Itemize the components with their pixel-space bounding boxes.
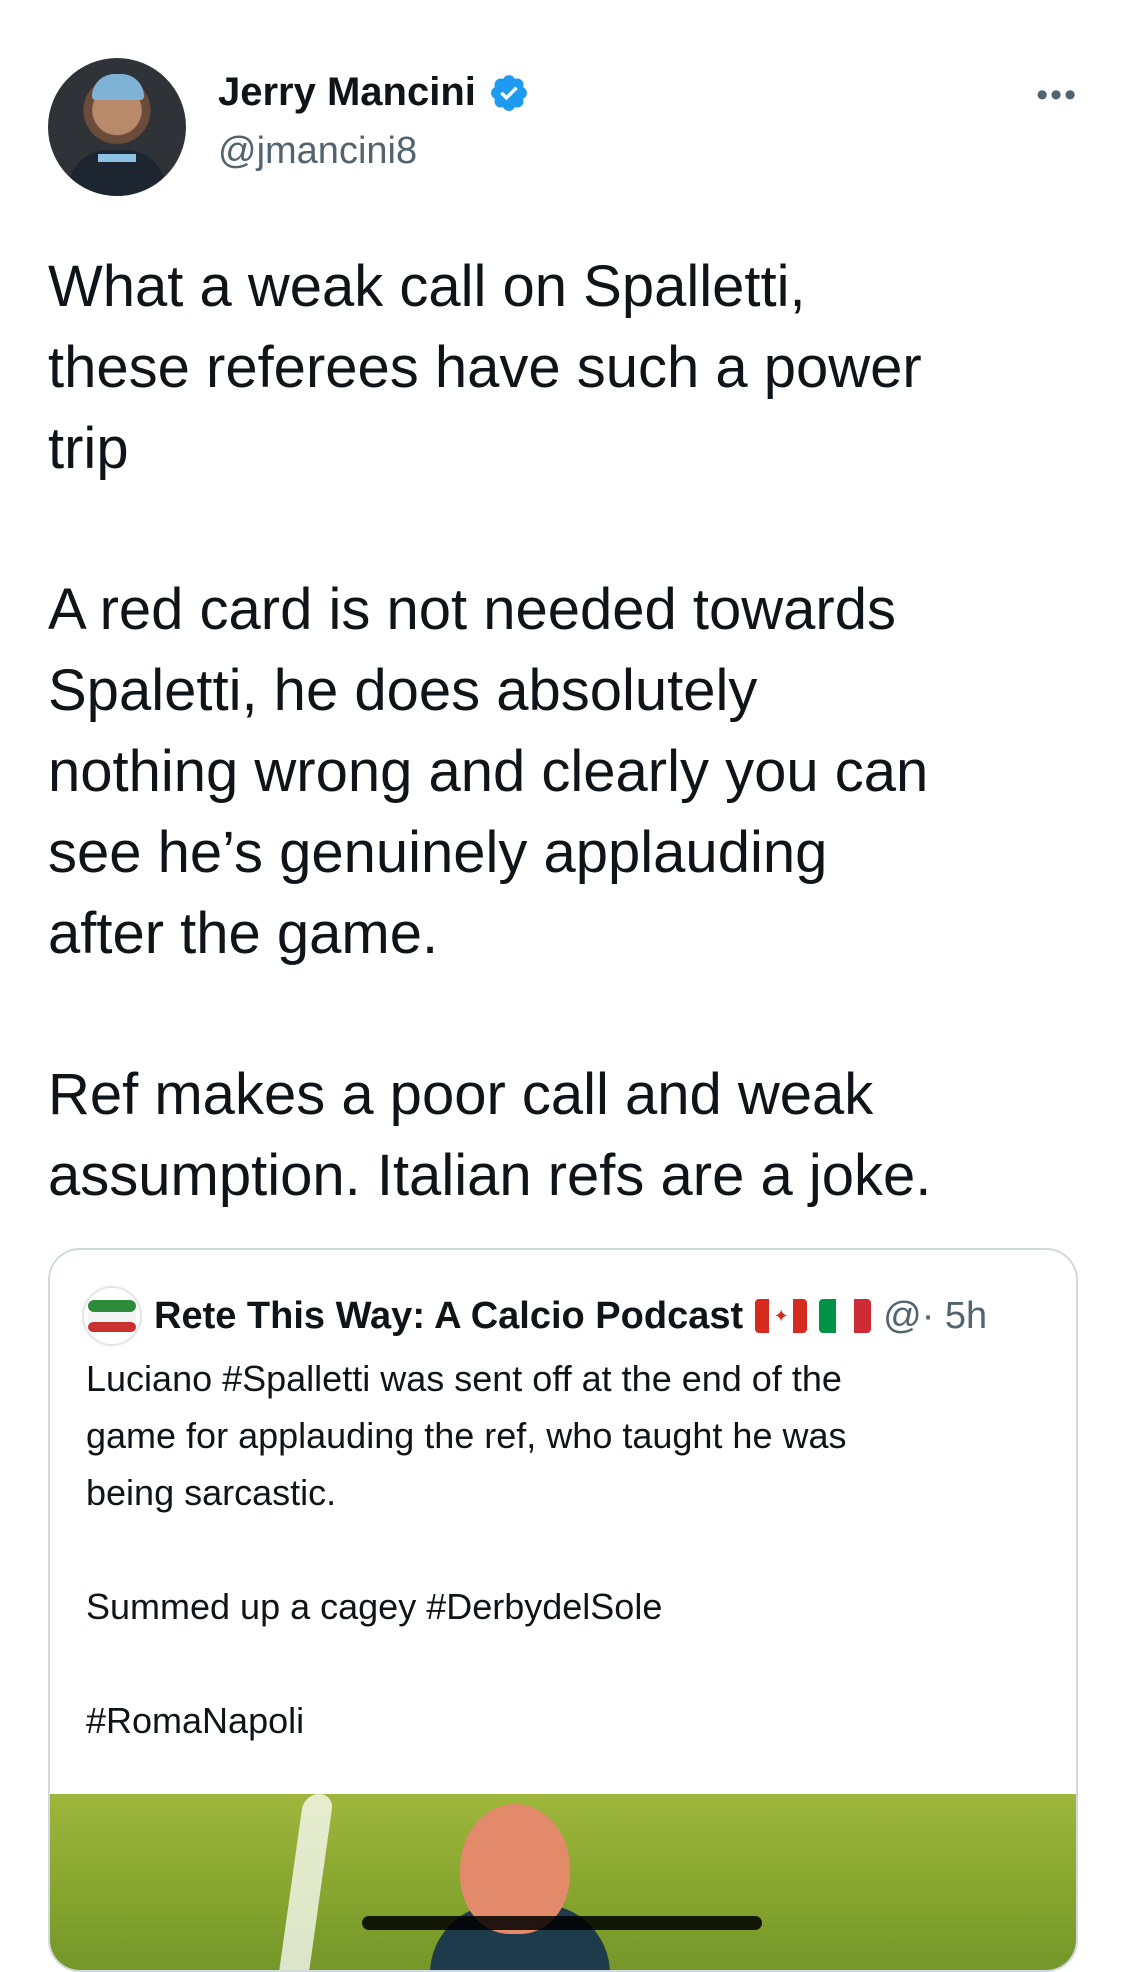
tweet-header: Jerry Mancini @jmancini8 ••• xyxy=(48,58,1078,198)
quoted-tweet-paragraph: #RomaNapoli xyxy=(86,1700,305,1741)
quoted-tweet-paragraph: Luciano #Spalletti was sent off at the e… xyxy=(86,1358,847,1513)
author-handle[interactable]: @jmancini8 xyxy=(218,130,417,173)
quoted-tweet-header: Rete This Way: A Calcio Podcast ✦ @· 5h xyxy=(82,1286,1072,1346)
italy-flag-icon xyxy=(819,1299,872,1333)
quoted-tweet-media[interactable] xyxy=(50,1794,1076,1970)
author-avatar[interactable] xyxy=(48,58,186,196)
tweet-paragraph: A red card is not needed towards Spalett… xyxy=(48,577,929,966)
home-indicator[interactable] xyxy=(362,1916,762,1930)
quoted-tweet-body: Luciano #Spalletti was sent off at the e… xyxy=(86,1350,1046,1806)
author-name[interactable]: Jerry Mancini xyxy=(218,70,476,115)
tweet-body: What a weak call on Spalletti, these ref… xyxy=(48,246,1078,1296)
quoted-tweet-paragraph: Summed up a cagey #DerbydelSole xyxy=(86,1586,663,1627)
verified-badge-icon xyxy=(490,74,527,111)
author-name-row: Jerry Mancini xyxy=(218,70,530,115)
pitch-line xyxy=(275,1794,335,1970)
quoted-author-name[interactable]: Rete This Way: A Calcio Podcast xyxy=(154,1295,743,1338)
more-options-icon[interactable]: ••• xyxy=(1036,76,1078,115)
quoted-handle-time: @· 5h xyxy=(883,1294,988,1337)
canada-flag-icon: ✦ xyxy=(755,1299,808,1333)
quoted-author-avatar[interactable] xyxy=(82,1286,142,1346)
tweet-paragraph: What a weak call on Spalletti, these ref… xyxy=(48,254,922,481)
coach-head xyxy=(460,1804,570,1934)
quoted-tweet-card[interactable]: Rete This Way: A Calcio Podcast ✦ @· 5h … xyxy=(48,1248,1078,1972)
tweet-paragraph: Ref makes a poor call and weak assumptio… xyxy=(48,1062,932,1208)
